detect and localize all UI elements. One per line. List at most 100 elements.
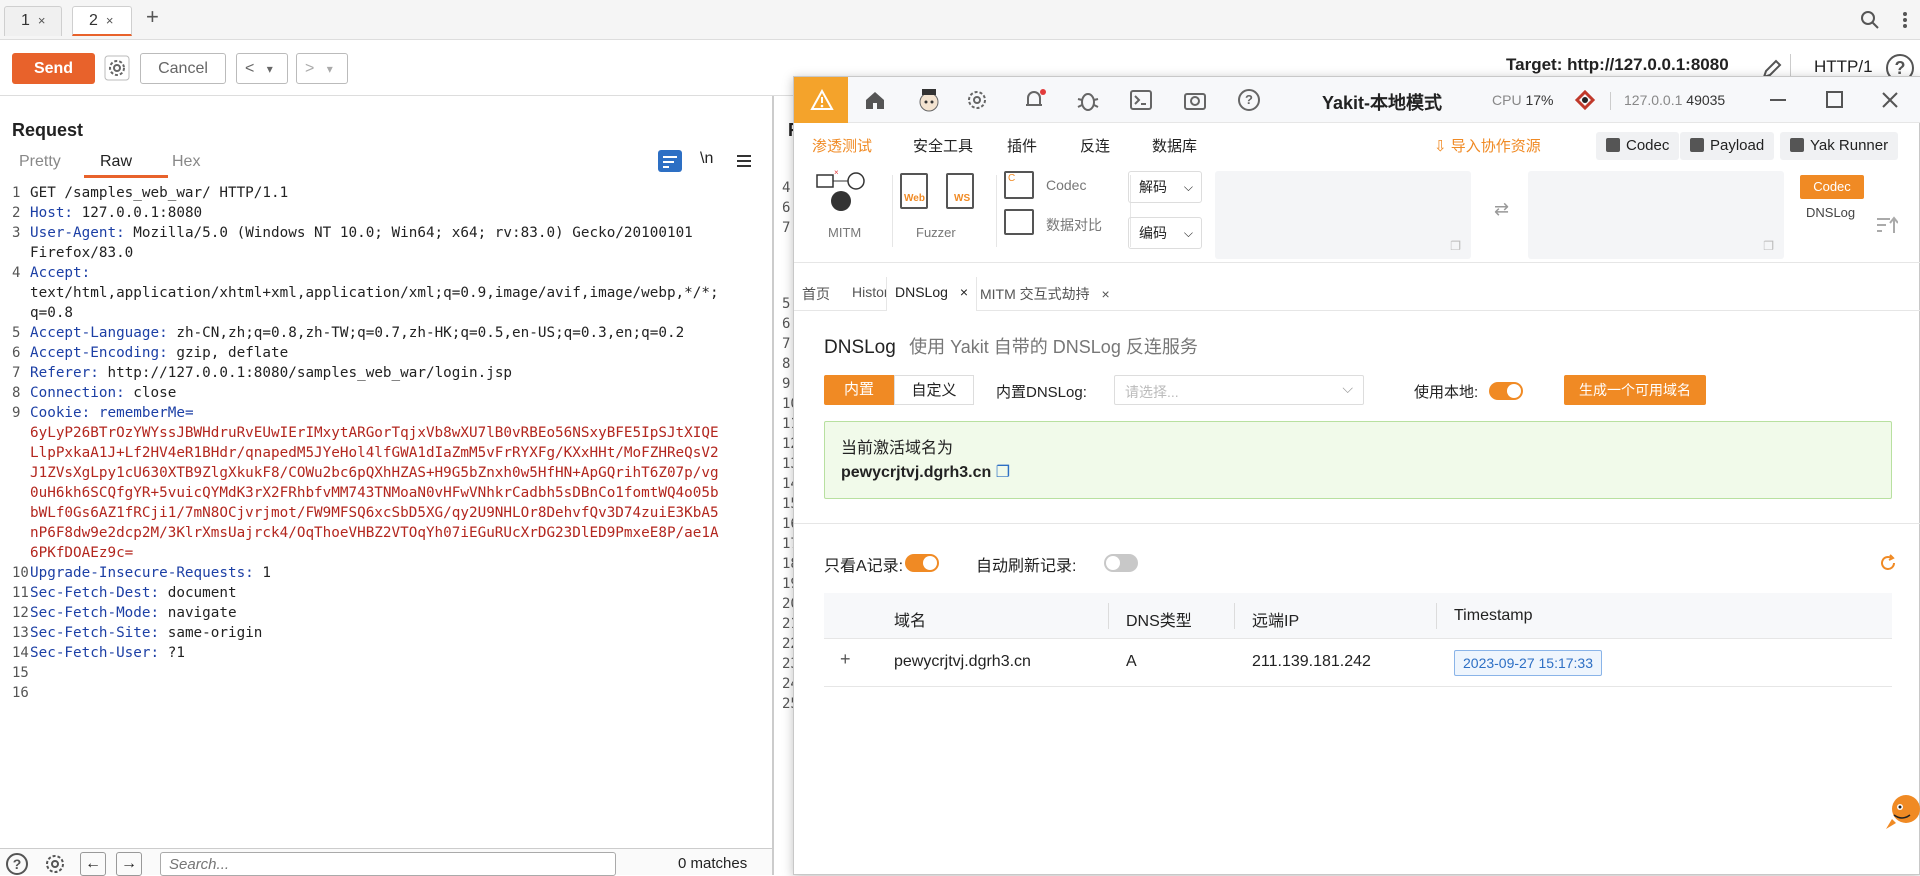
nav-plugins[interactable]: 插件	[1007, 135, 1037, 156]
col-dns-type[interactable]: DNS类型	[1126, 607, 1192, 631]
terminal-icon[interactable]	[1130, 90, 1152, 110]
repeater-tab-2[interactable]: 2 ×	[72, 6, 132, 36]
tab-pretty[interactable]: Pretty	[19, 153, 61, 171]
menu-icon[interactable]	[736, 153, 752, 169]
gear-icon[interactable]	[44, 853, 66, 875]
encode-select[interactable]: 编码 ⌵	[1128, 217, 1202, 249]
mode-builtin-button[interactable]: 内置	[824, 375, 894, 405]
web-fuzzer-icon[interactable]: Web	[900, 173, 928, 209]
request-line[interactable]: nP6F8dw9e2dcp2M/3KlrXmsUajrck4/OqThoeVHB…	[30, 523, 719, 543]
close-icon[interactable]: ×	[1102, 286, 1110, 302]
request-line[interactable]: Firefox/83.0	[30, 243, 133, 263]
expand-icon[interactable]: +	[840, 649, 851, 670]
request-line[interactable]: 0uH6kh6SCQfgYR+5vuicQYMdK3rX2FRhbfvMM743…	[30, 483, 719, 503]
request-line[interactable]: Cookie: rememberMe=	[30, 403, 194, 423]
request-line[interactable]: Accept-Language: zh-CN,zh;q=0.8,zh-TW;q=…	[30, 323, 684, 343]
request-line[interactable]: Referer: http://127.0.0.1:8080/samples_w…	[30, 363, 512, 383]
request-line[interactable]: Sec-Fetch-User: ?1	[30, 643, 185, 663]
newline-toggle[interactable]: \n	[700, 150, 713, 168]
mode-custom-button[interactable]: 自定义	[894, 375, 974, 405]
search-input[interactable]	[160, 852, 616, 876]
raw-request-editor[interactable]: 1 GET /samples_web_war/ HTTP/1.1 2 Host: 12…	[0, 183, 770, 843]
bug-icon[interactable]	[1076, 89, 1100, 113]
copy-icon[interactable]: ❐	[996, 464, 1010, 481]
codec-tool-icon[interactable]: C	[1004, 171, 1034, 199]
previous-match-button[interactable]: ←	[80, 852, 106, 876]
generate-domain-button[interactable]: 生成一个可用域名	[1564, 375, 1706, 405]
compare-label[interactable]: 数据对比	[1046, 215, 1102, 235]
yak-runner-button[interactable]: Yak Runner	[1780, 132, 1899, 160]
nav-security-tools[interactable]: 安全工具	[913, 135, 973, 156]
side-dnslog-tab[interactable]: DNSLog	[1806, 205, 1855, 220]
wrap-lines-icon[interactable]	[658, 150, 682, 172]
request-line[interactable]: User-Agent: Mozilla/5.0 (Windows NT 10.0…	[30, 223, 693, 243]
gear-icon[interactable]	[104, 55, 130, 81]
tab-dnslog[interactable]: DNSLog ×	[886, 277, 977, 311]
codec-button[interactable]: Codec	[1596, 132, 1680, 160]
request-line[interactable]: Sec-Fetch-Dest: document	[30, 583, 237, 603]
forward-button[interactable]: > ▾	[296, 53, 348, 84]
decode-select[interactable]: 解码 ⌵	[1128, 171, 1202, 203]
col-domain[interactable]: 域名	[894, 607, 926, 631]
gear-icon[interactable]	[966, 89, 988, 111]
help-icon[interactable]: ?	[1238, 89, 1260, 111]
bell-icon[interactable]	[1022, 87, 1048, 113]
camera-icon[interactable]	[1184, 90, 1206, 110]
auto-refresh-toggle[interactable]	[1104, 554, 1138, 572]
request-line[interactable]: 6yLyP26BTrOzYWYssJBWHdruRvEUwIErIMxytARG…	[30, 423, 719, 443]
swap-icon[interactable]: ⇄	[1494, 199, 1509, 220]
tab-mitm[interactable]: MITM 交互式劫持 ×	[980, 284, 1110, 311]
sort-icon[interactable]	[1876, 215, 1898, 235]
next-match-button[interactable]: →	[116, 852, 142, 876]
request-line[interactable]: q=0.8	[30, 303, 73, 323]
col-remote-ip[interactable]: 远端IP	[1252, 607, 1299, 631]
copy-icon[interactable]: ❐	[1763, 239, 1774, 253]
close-icon[interactable]: ×	[38, 13, 46, 28]
request-line[interactable]: text/html,application/xhtml+xml,applicat…	[30, 283, 719, 303]
col-timestamp[interactable]: Timestamp	[1454, 607, 1533, 625]
request-line[interactable]: Sec-Fetch-Mode: navigate	[30, 603, 237, 623]
more-icon[interactable]	[1895, 10, 1915, 30]
codec-output-box[interactable]: ❐	[1528, 171, 1784, 259]
copy-icon[interactable]: ❐	[1450, 239, 1461, 253]
mitm-icon[interactable]: ×	[816, 169, 866, 215]
tab-raw[interactable]: Raw	[100, 153, 132, 171]
request-line[interactable]: Host: 127.0.0.1:8080	[30, 203, 202, 223]
nav-database[interactable]: 数据库	[1152, 135, 1197, 156]
minimize-icon[interactable]	[1770, 99, 1786, 101]
codec-input-box[interactable]: ❐	[1215, 171, 1471, 259]
use-local-toggle[interactable]	[1489, 382, 1523, 400]
tab-home[interactable]: 首页	[802, 284, 830, 311]
tab-hex[interactable]: Hex	[172, 153, 200, 171]
target-label[interactable]: Target: http://127.0.0.1:8080	[1506, 55, 1729, 75]
cancel-button[interactable]: Cancel	[140, 53, 226, 84]
request-line[interactable]: GET /samples_web_war/ HTTP/1.1	[30, 183, 288, 203]
only-a-records-toggle[interactable]	[905, 554, 939, 572]
engine-icon[interactable]	[1574, 89, 1596, 111]
send-button[interactable]: Send	[12, 53, 95, 84]
nav-reverse[interactable]: 反连	[1080, 135, 1110, 156]
ws-fuzzer-icon[interactable]: WS	[946, 173, 974, 209]
refresh-icon[interactable]	[1879, 554, 1897, 572]
http-version-label[interactable]: HTTP/1	[1814, 57, 1873, 77]
home-icon[interactable]	[864, 89, 886, 111]
import-resources-link[interactable]: ⇩ 导入协作资源	[1434, 135, 1541, 156]
request-line[interactable]: Connection: close	[30, 383, 176, 403]
table-row[interactable]: + pewycrjtvj.dgrh3.cn A 211.139.181.242 …	[824, 639, 1892, 687]
warning-button[interactable]	[794, 77, 848, 123]
request-line[interactable]: Accept-Encoding: gzip, deflate	[30, 343, 288, 363]
request-line[interactable]: Upgrade-Insecure-Requests: 1	[30, 563, 271, 583]
close-icon[interactable]	[1881, 91, 1899, 109]
maximize-icon[interactable]	[1826, 91, 1843, 108]
request-line[interactable]: bWLf0Gs6AZ1fRCji1/7mN8OCjvrjmot/FW9MFSQ6…	[30, 503, 719, 523]
nav-pentest[interactable]: 渗透测试	[812, 135, 872, 156]
request-line[interactable]: 6PKfDOAEz9c=	[30, 543, 133, 563]
repeater-tab-1[interactable]: 1 ×	[4, 6, 62, 36]
help-icon[interactable]: ?	[6, 853, 28, 875]
avatar[interactable]	[914, 85, 944, 115]
close-icon[interactable]: ×	[960, 284, 968, 300]
request-line[interactable]: Accept:	[30, 263, 90, 283]
back-button[interactable]: < ▾	[236, 53, 288, 84]
compare-icon[interactable]	[1004, 209, 1034, 235]
close-icon[interactable]: ×	[106, 13, 114, 28]
